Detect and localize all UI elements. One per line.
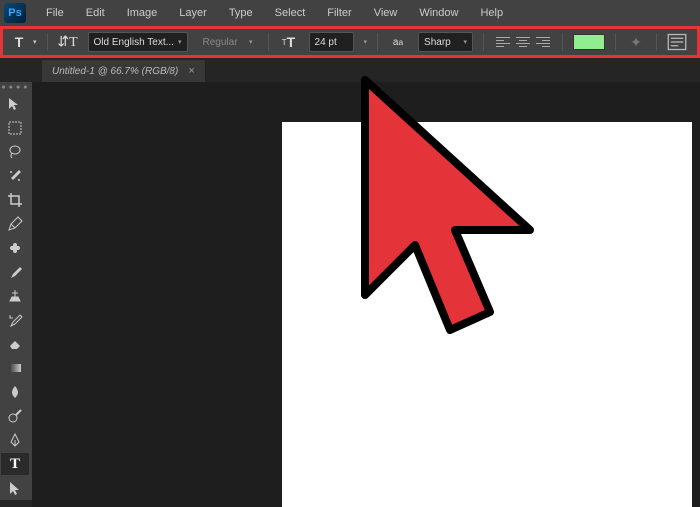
font-size-dropdown[interactable]: 24 pt [309,32,354,52]
gradient-tool[interactable] [1,357,29,379]
text-orientation-icon[interactable]: ⇵T [58,32,78,52]
eraser-tool[interactable] [1,333,29,355]
text-color-swatch[interactable] [573,34,605,50]
separator [615,33,616,51]
brush-tool[interactable] [1,261,29,283]
separator [47,33,48,51]
menu-window[interactable]: Window [409,3,468,23]
crop-tool[interactable] [1,189,29,211]
path-selection-tool[interactable] [1,477,29,499]
chevron-down-icon: ▾ [178,38,182,46]
separator [656,33,657,51]
menu-filter[interactable]: Filter [317,3,361,23]
font-family-value: Old English Text... [94,37,174,48]
lasso-tool[interactable] [1,141,29,163]
blur-tool[interactable] [1,381,29,403]
canvas-area[interactable] [32,82,700,507]
separator [562,33,563,51]
document-canvas[interactable] [282,122,692,507]
move-tool[interactable] [1,93,29,115]
menu-type[interactable]: Type [219,3,263,23]
type-tool[interactable]: T [1,453,29,475]
document-tab-bar: Untitled-1 @ 66.7% (RGB/8) × [0,58,700,82]
clone-stamp-tool[interactable] [1,285,29,307]
menu-view[interactable]: View [364,3,408,23]
toolbox: ●●●● T [0,82,32,500]
align-left-button[interactable] [494,33,512,51]
warp-text-icon[interactable]: ✦ [626,32,646,52]
paragraph-panel-icon[interactable] [667,32,687,52]
menu-bar: Ps File Edit Image Layer Type Select Fil… [0,0,700,26]
menu-file[interactable]: File [36,3,74,23]
font-size-icon: TT [279,32,299,52]
font-style-value: Regular [203,37,238,48]
tool-preset-dropdown-icon[interactable]: ▾ [33,38,37,46]
menu-image[interactable]: Image [117,3,168,23]
history-brush-tool[interactable] [1,309,29,331]
chevron-down-icon: ▾ [249,38,253,46]
close-tab-icon[interactable]: × [188,65,194,77]
separator [268,33,269,51]
document-tab[interactable]: Untitled-1 @ 66.7% (RGB/8) × [42,60,205,82]
toolbox-grip-icon[interactable]: ●●●● [0,82,32,92]
type-tool-preset-icon[interactable]: T [9,32,29,52]
app-logo[interactable]: Ps [4,3,26,23]
font-size-value: 24 pt [315,37,337,48]
menu-edit[interactable]: Edit [76,3,115,23]
align-right-button[interactable] [534,33,552,51]
font-style-dropdown[interactable]: Regular ▾ [198,32,258,52]
menu-select[interactable]: Select [265,3,316,23]
magic-wand-tool[interactable] [1,165,29,187]
separator [483,33,484,51]
dodge-tool[interactable] [1,405,29,427]
anti-alias-value: Sharp [424,37,451,48]
font-family-dropdown[interactable]: Old English Text... ▾ [88,32,188,52]
eyedropper-tool[interactable] [1,213,29,235]
menu-help[interactable]: Help [470,3,513,23]
anti-alias-dropdown[interactable]: Sharp ▾ [418,32,473,52]
align-center-button[interactable] [514,33,532,51]
chevron-down-icon: ▾ [464,38,468,46]
options-bar: T ▾ ⇵T Old English Text... ▾ Regular ▾ T… [0,26,700,58]
marquee-tool[interactable] [1,117,29,139]
document-tab-title: Untitled-1 @ 66.7% (RGB/8) [52,66,178,77]
text-align-group [494,33,552,51]
chevron-down-icon[interactable]: ▾ [364,38,368,46]
anti-alias-icon: aa [388,32,408,52]
separator [377,33,378,51]
pen-tool[interactable] [1,429,29,451]
menu-layer[interactable]: Layer [169,3,217,23]
healing-brush-tool[interactable] [1,237,29,259]
